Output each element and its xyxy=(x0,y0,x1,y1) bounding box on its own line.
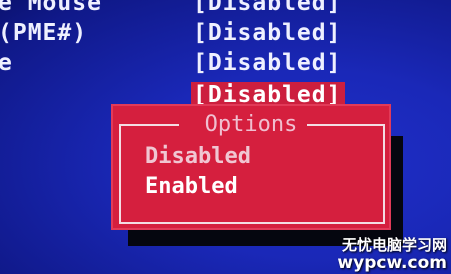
watermark: 无忧电脑学习网 wypcw.com xyxy=(337,236,447,272)
setting-value[interactable]: [Disabled] xyxy=(193,0,341,16)
options-popup: Options Disabled Enabled xyxy=(111,104,391,230)
options-title: Options xyxy=(204,112,298,137)
setting-label: (PME#) xyxy=(0,20,88,46)
setting-label: e Mouse xyxy=(0,0,102,16)
setting-value[interactable]: [Disabled] xyxy=(193,20,341,46)
option-enabled[interactable]: Enabled xyxy=(145,174,238,200)
setting-value[interactable]: [Disabled] xyxy=(193,50,341,76)
watermark-url: wypcw.com xyxy=(337,253,447,273)
option-disabled[interactable]: Disabled xyxy=(145,144,251,170)
setting-label: e xyxy=(0,50,13,76)
watermark-site-name: 无忧电脑学习网 xyxy=(341,236,447,254)
